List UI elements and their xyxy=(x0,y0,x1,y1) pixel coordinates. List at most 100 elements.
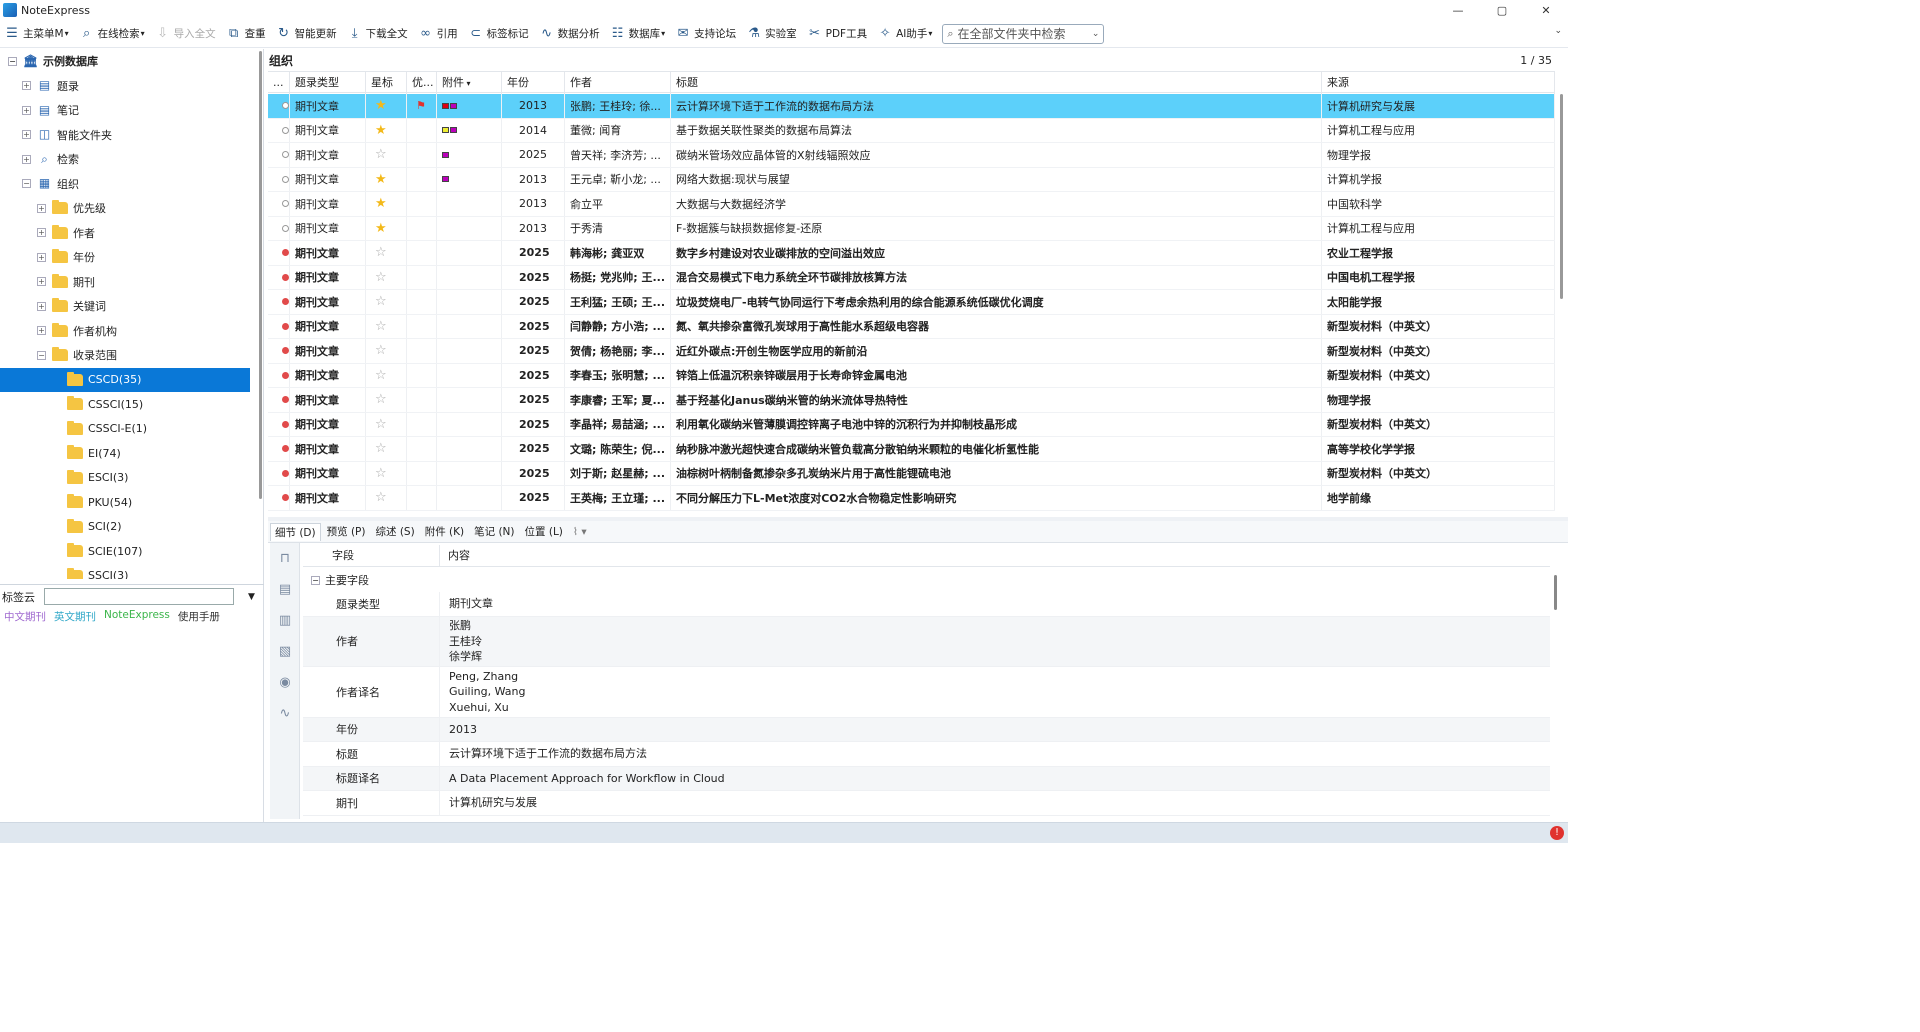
tree-item[interactable]: CSCD(35) xyxy=(0,367,250,392)
attachment-icon[interactable] xyxy=(442,102,449,109)
read-status-icon[interactable] xyxy=(282,420,289,428)
document-icon[interactable]: ▥ xyxy=(270,605,300,636)
expand-icon[interactable]: + xyxy=(22,105,31,115)
expand-icon[interactable]: + xyxy=(37,326,46,335)
star-icon[interactable]: ☆ xyxy=(375,392,387,407)
detail-row[interactable]: 标题 云计算环境下适于工作流的数据布局方法 xyxy=(303,742,1550,767)
error-icon[interactable]: ! xyxy=(1550,826,1564,840)
lock-icon[interactable]: ⊓ xyxy=(270,543,300,574)
lab-button[interactable]: ⚗ 实验室 xyxy=(742,22,801,46)
online-search-button[interactable]: ⌕ 在线检索 ▾ xyxy=(75,22,149,46)
read-status-icon[interactable] xyxy=(282,200,289,208)
read-status-icon[interactable] xyxy=(282,102,289,110)
attachment-icon[interactable] xyxy=(442,127,449,134)
detail-row[interactable]: 期刊 计算机研究与发展 xyxy=(303,791,1550,816)
tree-item[interactable]: + ◫ 智能文件夹 xyxy=(22,123,112,147)
tab-3[interactable]: 附件 (K) xyxy=(421,523,468,541)
expand-icon[interactable]: + xyxy=(22,81,31,90)
detail-scrollbar[interactable] xyxy=(1552,575,1560,815)
tag-link[interactable]: 中文期刊 xyxy=(4,609,46,624)
chevron-down-icon[interactable]: ▼ xyxy=(248,592,255,602)
tree-item[interactable]: CSSCI-E(1) xyxy=(0,417,250,441)
star-icon[interactable]: ☆ xyxy=(375,343,387,358)
collapse-icon[interactable]: − xyxy=(37,350,46,360)
star-icon[interactable]: ☆ xyxy=(375,147,387,162)
table-row[interactable]: 期刊文章 ★ 2013 俞立平 大数据与大数据经济学 中国软科学 xyxy=(268,192,1555,217)
tab-5[interactable]: 位置 (L) xyxy=(521,523,567,541)
folder-search-input[interactable]: ⌕ 在全部文件夹中检索 ⌄ xyxy=(942,23,1105,44)
star-icon[interactable]: ☆ xyxy=(375,319,387,334)
read-status-icon[interactable] xyxy=(282,175,289,183)
star-icon[interactable]: ★ xyxy=(375,221,387,236)
download-fulltext-button[interactable]: ⤓ 下载全文 xyxy=(343,22,412,46)
expand-icon[interactable]: + xyxy=(37,203,46,213)
pdf-tools-button[interactable]: ✂ PDF工具 xyxy=(803,22,871,46)
tab-0[interactable]: 细节 (D) xyxy=(270,522,321,541)
tree-scrollbar[interactable] xyxy=(258,49,264,579)
support-forum-button[interactable]: ✉ 支持论坛 xyxy=(671,22,740,46)
collapse-icon[interactable]: − xyxy=(22,179,31,188)
star-icon[interactable]: ☆ xyxy=(375,368,387,383)
read-status-icon[interactable] xyxy=(282,249,289,257)
tree-item[interactable]: SCIE(107) xyxy=(0,539,250,563)
tree-item[interactable]: CSSCI(15) xyxy=(0,392,250,416)
tree-item[interactable]: + 关键词 xyxy=(37,294,106,318)
column-header[interactable]: 标题 xyxy=(671,72,1322,94)
star-icon[interactable]: ★ xyxy=(375,172,387,187)
trend-icon[interactable]: ∿ xyxy=(270,698,300,729)
column-header[interactable]: ... xyxy=(268,72,290,94)
column-header[interactable]: 来源 xyxy=(1322,72,1555,94)
main-menu-button[interactable]: ☰ 主菜单M ▾ xyxy=(0,22,73,46)
tree-item[interactable]: − 收录范围 xyxy=(37,343,117,367)
detail-row[interactable]: 作者 张鹏 王桂玲 徐学辉 xyxy=(303,616,1550,667)
tree-item[interactable]: + 期刊 xyxy=(37,270,95,294)
attachment-icon[interactable] xyxy=(442,176,449,183)
table-row[interactable]: 期刊文章 ☆ 2025 王利猛; 王硕; 王... 垃圾焚烧电厂-电转气协同运行下考虑余… xyxy=(268,290,1555,315)
list-scrollbar[interactable] xyxy=(1558,94,1566,512)
table-row[interactable]: 期刊文章 ☆ 2025 李康睿; 王军; 夏... 基于羟基化Janus碳纳米管的纳米流… xyxy=(268,388,1555,413)
table-row[interactable]: 期刊文章 ★ 2013 于秀清 F-数据簇与缺损数据修复-还原 计算机工程与应用 xyxy=(268,216,1555,241)
import-fulltext-button[interactable]: ⇩ 导入全文 xyxy=(151,22,220,46)
tree-item[interactable]: EI(74) xyxy=(0,441,250,465)
detail-field-value[interactable]: 2013 xyxy=(440,718,477,742)
table-row[interactable]: 期刊文章 ☆ 2025 刘于斯; 赵星赫; ... 油棕树叶柄制备氮掺杂多孔炭纳米片用于… xyxy=(268,461,1555,486)
table-row[interactable]: 期刊文章 ☆ 2025 韩海彬; 龚亚双 数字乡村建设对农业碳排放的空间溢出效应 农业工程… xyxy=(268,241,1555,266)
table-row[interactable]: 期刊文章 ★ ⚑ 2013 张鹏; 王桂玲; 徐... 云计算环境下适于工作流的数据布局方… xyxy=(268,94,1555,119)
star-icon[interactable]: ☆ xyxy=(375,441,387,456)
close-button[interactable]: ✕ xyxy=(1524,0,1568,20)
attach-clip-icon[interactable]: ⌇ ▾ xyxy=(569,523,591,541)
read-status-icon[interactable] xyxy=(282,445,289,453)
main-fields-section[interactable]: − 主要字段 xyxy=(303,568,1550,592)
read-status-icon[interactable] xyxy=(282,126,289,134)
tree-item[interactable]: + ⌕ 检索 xyxy=(22,147,79,171)
tree-item[interactable]: + ▤ 题录 xyxy=(22,74,79,98)
tab-1[interactable]: 预览 (P) xyxy=(323,523,370,541)
tree-item[interactable]: PKU(54) xyxy=(0,490,250,514)
expand-icon[interactable]: + xyxy=(22,154,31,164)
tag-link[interactable]: NoteExpress xyxy=(104,609,170,624)
tree-item[interactable]: ESCI(3) xyxy=(0,466,250,490)
read-status-icon[interactable] xyxy=(282,371,289,379)
tab-4[interactable]: 笔记 (N) xyxy=(470,523,518,541)
attachment-icon[interactable] xyxy=(450,102,457,109)
column-header[interactable]: 题录类型 xyxy=(290,72,366,94)
chevron-down-icon[interactable]: ⌄ xyxy=(1092,29,1100,39)
expand-icon[interactable]: + xyxy=(37,228,46,237)
tab-2[interactable]: 综述 (S) xyxy=(372,523,419,541)
table-row[interactable]: 期刊文章 ☆ 2025 贺倩; 杨艳丽; 李... 近红外碳点:开创生物医学应用的新前沿… xyxy=(268,339,1555,364)
star-icon[interactable]: ★ xyxy=(375,98,387,113)
read-status-icon[interactable] xyxy=(282,151,289,159)
read-status-icon[interactable] xyxy=(282,469,289,477)
read-status-icon[interactable] xyxy=(282,396,289,404)
detail-field-value[interactable]: 计算机研究与发展 xyxy=(440,791,537,815)
tree-item[interactable]: + 优先级 xyxy=(37,196,106,220)
tree-item[interactable]: + 作者机构 xyxy=(37,319,117,343)
table-row[interactable]: 期刊文章 ★ 2014 董微; 闻育 基于数据关联性聚类的数据布局算法 计算机工程与应用 xyxy=(268,118,1555,143)
column-header[interactable]: 星标 xyxy=(366,72,407,94)
table-row[interactable]: 期刊文章 ☆ 2025 杨挺; 党兆帅; 王... 混合交易模式下电力系统全环节碳排放核… xyxy=(268,265,1555,290)
tree-item[interactable]: + ▤ 笔记 xyxy=(22,98,79,122)
read-status-icon[interactable] xyxy=(282,494,289,502)
record-icon[interactable]: ▤ xyxy=(270,574,300,605)
column-header[interactable]: 作者 xyxy=(565,72,671,94)
detail-field-value[interactable]: 张鹏 王桂玲 徐学辉 xyxy=(440,617,482,667)
